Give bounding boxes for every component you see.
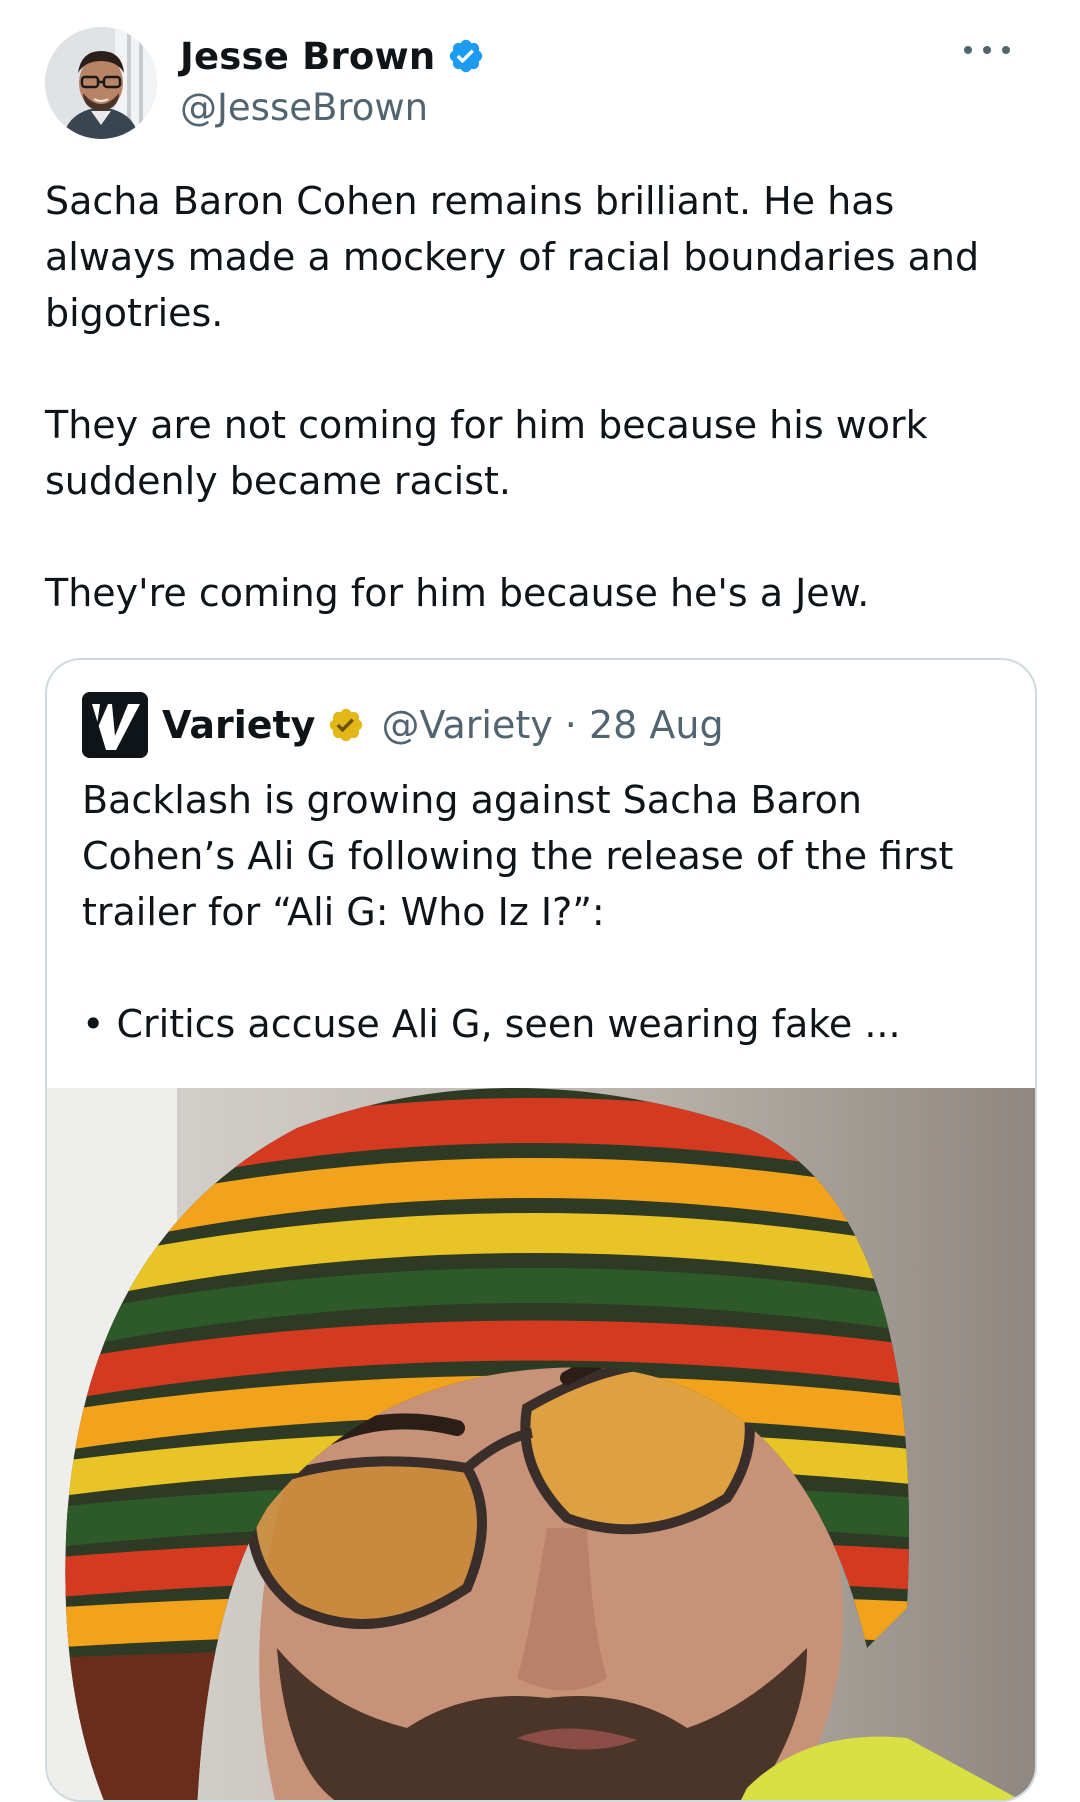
tweet-paragraph: They're coming for him because he's a Je… (45, 571, 870, 615)
quoted-tweet-card[interactable]: Variety @Variety · 28 Aug Backlash is gr… (45, 658, 1037, 1802)
tweet-author[interactable]: Jesse Brown @JesseBrown (180, 30, 485, 129)
tweet-paragraph: They are not coming for him because his … (45, 403, 928, 503)
quoted-paragraph: Backlash is growing against Sacha Baron … (82, 778, 954, 934)
quoted-display-name[interactable]: Variety (162, 703, 315, 747)
tweet-paragraph: Sacha Baron Cohen remains brilliant. He … (45, 179, 980, 335)
more-options-icon[interactable] (964, 38, 1010, 62)
tweet-text: Sacha Baron Cohen remains brilliant. He … (45, 173, 1035, 621)
variety-logo-icon[interactable] (82, 692, 148, 758)
author-avatar[interactable] (45, 27, 157, 139)
tweet: Jesse Brown @JesseBrown Sacha Baron Cohe… (0, 0, 1080, 1802)
quoted-tweet-header: Variety @Variety · 28 Aug (82, 692, 724, 758)
author-handle[interactable]: @JesseBrown (180, 86, 485, 129)
verified-badge-icon (447, 37, 485, 75)
gold-verified-badge-icon (327, 706, 365, 744)
author-display-name[interactable]: Jesse Brown (180, 35, 435, 78)
more-dot (1002, 46, 1010, 54)
quoted-tweet-text: Backlash is growing against Sacha Baron … (82, 772, 1002, 1108)
quoted-handle-date[interactable]: @Variety · 28 Aug (381, 703, 723, 747)
quoted-tweet-image[interactable] (47, 1088, 1035, 1800)
quoted-paragraph: • Critics accuse Ali G, seen wearing fak… (82, 1002, 901, 1046)
display-name-row: Jesse Brown (180, 30, 485, 82)
more-dot (964, 46, 972, 54)
more-dot (983, 46, 991, 54)
